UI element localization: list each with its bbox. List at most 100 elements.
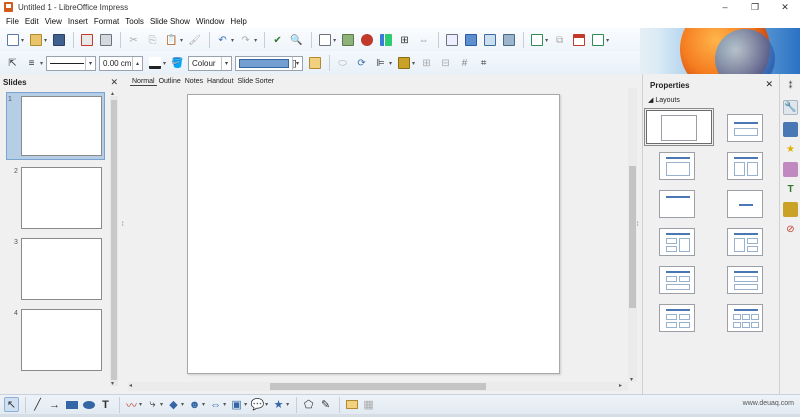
symbol-shapes-icon[interactable]: ☻ bbox=[187, 397, 202, 412]
line-style-select[interactable]: ▾ bbox=[46, 55, 97, 71]
layout-title-only[interactable] bbox=[659, 190, 695, 218]
points-edit-icon[interactable]: ⬠ bbox=[301, 397, 316, 412]
layout-title-2-content-and-content[interactable] bbox=[659, 228, 695, 256]
sidebar-collapse-handle[interactable]: ⁞ bbox=[637, 222, 639, 228]
tab-normal[interactable]: Normal bbox=[130, 78, 157, 86]
curve-tool-icon[interactable]: 〰 bbox=[124, 397, 139, 412]
fill-style-select[interactable]: Colour ▾ bbox=[188, 55, 233, 71]
redo-icon[interactable]: ↷ bbox=[237, 32, 254, 49]
master-slide-icon[interactable] bbox=[462, 32, 479, 49]
styles-deck-icon[interactable]: T bbox=[783, 182, 798, 197]
slides-pane-scroll-thumb[interactable] bbox=[111, 100, 117, 380]
slide-thumbnail-1[interactable] bbox=[21, 96, 102, 156]
slide-thumbnail-3[interactable] bbox=[21, 238, 102, 300]
layout-title-4-content[interactable] bbox=[659, 304, 695, 332]
editor-scroll-right-icon[interactable]: ▸ bbox=[619, 382, 622, 389]
fill-color-select[interactable]: [] ▾ bbox=[235, 55, 304, 71]
tab-notes[interactable]: Notes bbox=[183, 78, 205, 86]
area-fill-icon[interactable]: 🪣 bbox=[169, 55, 186, 72]
align-icon[interactable]: ⊫ bbox=[372, 55, 389, 72]
layout-title-content-and-2-content[interactable] bbox=[727, 228, 763, 256]
image-icon[interactable] bbox=[339, 32, 356, 49]
editor-horizontal-scroll-thumb[interactable] bbox=[270, 383, 486, 390]
extrusion-icon[interactable]: ▦ bbox=[361, 397, 376, 412]
layout-title-content-over-content[interactable] bbox=[727, 266, 763, 294]
stars-icon[interactable]: ★ bbox=[271, 397, 286, 412]
menu-file[interactable]: File bbox=[3, 17, 22, 26]
close-window-button[interactable]: ✕ bbox=[770, 0, 800, 14]
insert-image-icon[interactable] bbox=[344, 397, 359, 412]
ellipse-tool-icon[interactable] bbox=[81, 397, 96, 412]
text-tool-icon[interactable]: T bbox=[98, 397, 113, 412]
layout-blank-slide[interactable] bbox=[644, 108, 714, 146]
maximize-button[interactable]: ❐ bbox=[740, 0, 770, 14]
menu-insert[interactable]: Insert bbox=[65, 17, 91, 26]
slide-show-icon[interactable] bbox=[481, 32, 498, 49]
helplines-icon[interactable]: ⌗ bbox=[475, 55, 492, 72]
layout-title-2-content[interactable] bbox=[727, 152, 763, 180]
tab-outline[interactable]: Outline bbox=[157, 78, 183, 86]
layout-title-content[interactable] bbox=[659, 152, 695, 180]
print-icon[interactable] bbox=[97, 32, 114, 49]
slide-canvas[interactable] bbox=[187, 94, 560, 374]
slides-scroll-up-icon[interactable]: ▴ bbox=[111, 90, 114, 97]
new-document-icon[interactable] bbox=[4, 32, 21, 49]
master-slides-deck-icon[interactable] bbox=[783, 122, 798, 137]
copy-icon[interactable]: ⎘ bbox=[144, 32, 161, 49]
editor-horizontal-scrollbar[interactable] bbox=[128, 382, 628, 391]
line-color-icon[interactable] bbox=[146, 55, 163, 72]
menu-format[interactable]: Format bbox=[91, 17, 122, 26]
table-icon[interactable] bbox=[316, 32, 333, 49]
slide-transition-deck-icon[interactable] bbox=[783, 162, 798, 177]
connector-tool-icon[interactable]: ⤷ bbox=[145, 397, 160, 412]
media-icon[interactable] bbox=[358, 32, 375, 49]
transformation-icon[interactable]: ⟳ bbox=[353, 55, 370, 72]
menu-slide-show[interactable]: Slide Show bbox=[147, 17, 193, 26]
grid-icon[interactable]: # bbox=[456, 55, 473, 72]
slides-scroll-down-icon[interactable]: ▾ bbox=[111, 380, 114, 387]
editor-vertical-scroll-thumb[interactable] bbox=[629, 166, 636, 308]
menu-help[interactable]: Help bbox=[227, 17, 249, 26]
textbox-icon[interactable]: ⊞ bbox=[396, 32, 413, 49]
layout-title-6-content[interactable] bbox=[727, 304, 763, 332]
undo-icon[interactable]: ↶ bbox=[214, 32, 231, 49]
tab-handout[interactable]: Handout bbox=[205, 78, 235, 86]
editor-vertical-scrollbar[interactable] bbox=[628, 88, 637, 382]
slides-pane-scrollbar[interactable] bbox=[110, 96, 118, 386]
hyperlink-icon[interactable] bbox=[443, 32, 460, 49]
clone-formatting-icon[interactable]: 🖌 bbox=[186, 32, 203, 49]
properties-close-button[interactable]: ✕ bbox=[765, 79, 773, 90]
line-tool-icon[interactable]: ╱ bbox=[30, 397, 45, 412]
chart-icon[interactable] bbox=[377, 32, 394, 49]
find-replace-icon[interactable]: 🔍 bbox=[288, 32, 305, 49]
slides-pane-collapse-handle[interactable]: ⁞ bbox=[122, 222, 124, 228]
tab-slide-sorter[interactable]: Slide Sorter bbox=[236, 78, 277, 86]
navigator-deck-icon[interactable]: ⊘ bbox=[783, 222, 798, 237]
layouts-section-header[interactable]: ◢ Layouts bbox=[648, 96, 680, 104]
editor-scroll-down-icon[interactable]: ▾ bbox=[630, 376, 633, 383]
properties-deck-icon[interactable]: 🔧 bbox=[783, 100, 798, 115]
editor-scroll-left-icon[interactable]: ◂ bbox=[129, 382, 132, 389]
new-slide-icon[interactable] bbox=[528, 32, 545, 49]
sidebar-menu-icon[interactable]: ⁑ bbox=[783, 78, 798, 93]
open-folder-icon[interactable] bbox=[27, 32, 44, 49]
slide-layout-icon[interactable] bbox=[589, 32, 606, 49]
menu-edit[interactable]: Edit bbox=[22, 17, 42, 26]
block-arrows-icon[interactable]: ⇔ bbox=[208, 397, 223, 412]
crop-icon[interactable]: ⬭ bbox=[334, 55, 351, 72]
minimize-button[interactable]: – bbox=[710, 0, 740, 14]
callouts-icon[interactable]: 💬 bbox=[250, 397, 265, 412]
export-pdf-icon[interactable] bbox=[78, 32, 95, 49]
duplicate-slide-icon[interactable]: ⧉ bbox=[551, 32, 568, 49]
distribute-icon[interactable]: ⊞ bbox=[418, 55, 435, 72]
line-arrow-tool-icon[interactable]: → bbox=[47, 397, 62, 412]
basic-shapes-icon[interactable]: ◆ bbox=[166, 397, 181, 412]
animation-deck-icon[interactable]: ★ bbox=[783, 142, 798, 157]
menu-tools[interactable]: Tools bbox=[122, 17, 147, 26]
group-icon[interactable]: ⊟ bbox=[437, 55, 454, 72]
line-width-input[interactable]: 0.00 cm ▴ bbox=[99, 55, 144, 71]
rectangle-tool-icon[interactable] bbox=[64, 397, 79, 412]
line-style-icon[interactable]: ≡ bbox=[23, 55, 40, 72]
menu-view[interactable]: View bbox=[42, 17, 65, 26]
menu-window[interactable]: Window bbox=[193, 17, 227, 26]
